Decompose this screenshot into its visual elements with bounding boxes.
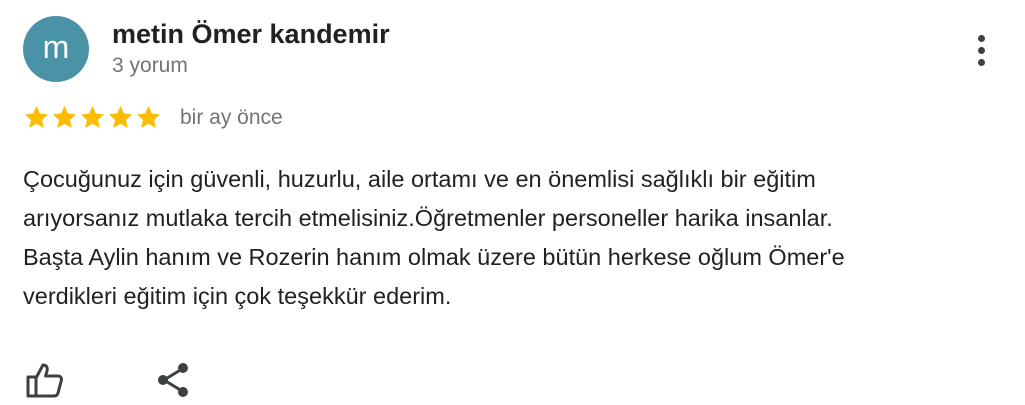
review-count[interactable]: 3 yorum <box>112 54 188 78</box>
star-icon <box>24 106 49 128</box>
avatar-initial: m <box>42 29 70 65</box>
rating-row: bir ay önce <box>23 104 283 131</box>
review-card: m metin Ömer kandemir 3 yorum bir ay önc… <box>0 0 1025 405</box>
star-icon <box>80 106 105 128</box>
more-options-button[interactable] <box>962 28 1000 72</box>
avatar[interactable]: m <box>23 16 89 82</box>
star-rating <box>23 104 162 131</box>
star-icon <box>136 106 161 128</box>
review-text-line: Çocuğunuz için güvenli, huzurlu, aile or… <box>23 166 816 192</box>
review-text-line: verdikleri eğitim için çok teşekkür eder… <box>23 283 452 309</box>
author-name[interactable]: metin Ömer kandemir <box>112 19 390 50</box>
star-icon <box>52 106 77 128</box>
share-icon <box>158 363 188 397</box>
review-text-line: Başta Aylin hanım ve Rozerin hanım olmak… <box>23 244 845 270</box>
review-date: bir ay önce <box>180 105 283 129</box>
star-icon <box>108 106 133 128</box>
more-vertical-icon <box>977 34 985 66</box>
share-button[interactable] <box>151 360 195 400</box>
review-text: Çocuğunuz için güvenli, huzurlu, aile or… <box>23 160 1013 316</box>
thumbs-up-icon <box>26 363 63 398</box>
like-button[interactable] <box>23 360 67 400</box>
review-text-line: arıyorsanız mutlaka tercih etmelisiniz.Ö… <box>23 205 833 231</box>
